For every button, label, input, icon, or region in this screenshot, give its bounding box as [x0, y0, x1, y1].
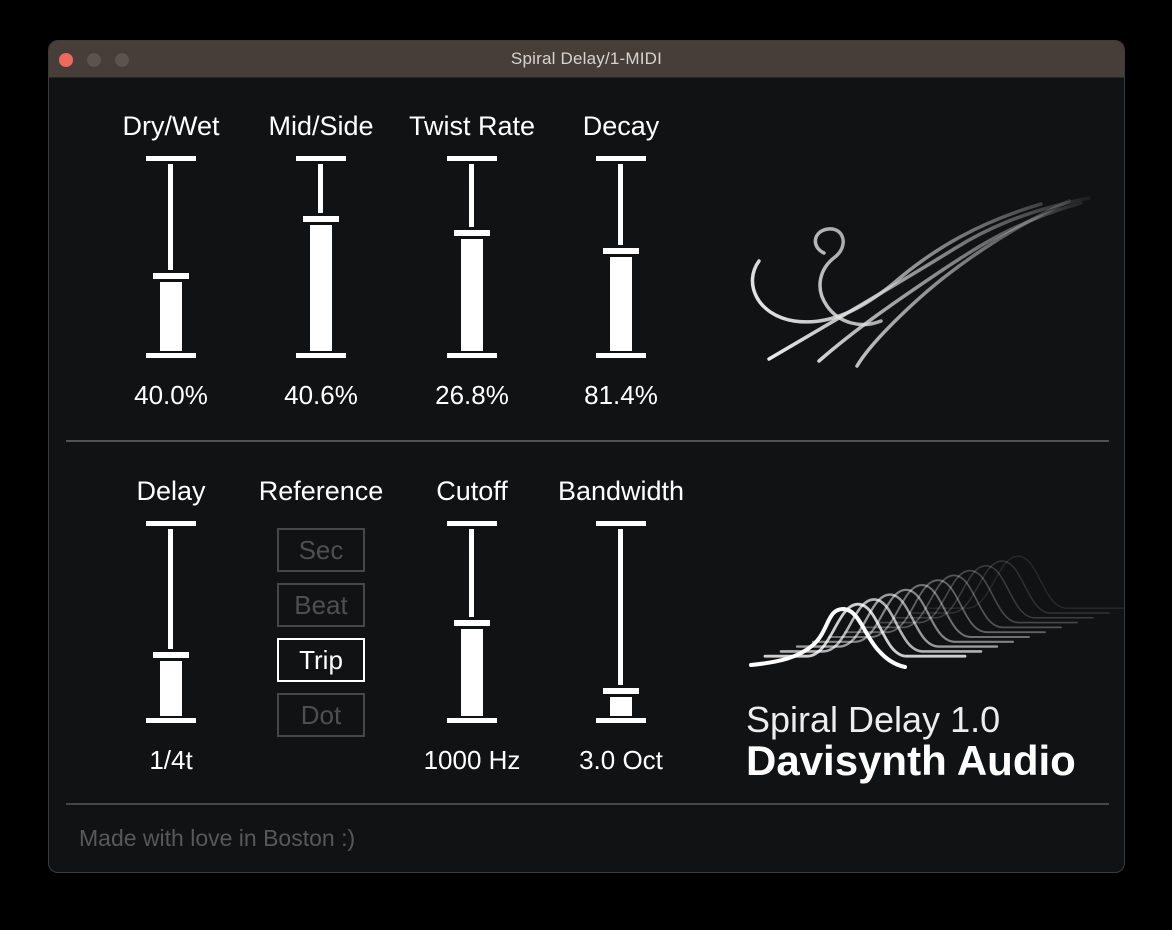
slider-bottom-cap: [146, 718, 196, 723]
slider-handle[interactable]: [454, 620, 490, 626]
company-name: Davisynth Audio: [746, 737, 1076, 784]
section-divider: [66, 440, 1109, 442]
product-name: Spiral Delay 1.0: [746, 699, 1001, 740]
cutoff-value: 1000 Hz: [423, 745, 521, 775]
slider-fill: [461, 239, 483, 351]
slider-fill: [310, 225, 332, 351]
cutoff-label: Cutoff: [436, 476, 508, 506]
slider-fill: [160, 282, 182, 351]
decay-slider[interactable]: [596, 156, 646, 358]
echo-curves-logo: [749, 555, 1124, 669]
slider-handle[interactable]: [603, 688, 639, 694]
cutoff-slider[interactable]: [447, 521, 497, 723]
slider-bottom-cap: [447, 353, 497, 358]
minimize-button[interactable]: [87, 52, 101, 67]
twist-rate-slider[interactable]: [447, 156, 497, 358]
slider-track: [168, 529, 173, 649]
dry-wet-slider[interactable]: [146, 156, 196, 358]
delay-label: Delay: [136, 476, 206, 506]
slider-top-cap: [447, 156, 497, 161]
slider-track: [618, 164, 623, 245]
slider-bottom-cap: [296, 353, 346, 358]
slider-top-cap: [447, 521, 497, 526]
traffic-lights: [49, 41, 129, 78]
slider-top-cap: [596, 156, 646, 161]
mid-side-param: Mid/Side 40.6%: [251, 109, 391, 411]
slider-handle[interactable]: [153, 273, 189, 279]
reference-label: Reference: [258, 476, 384, 506]
delay-slider[interactable]: [146, 521, 196, 723]
mid-side-label: Mid/Side: [268, 111, 374, 141]
mid-side-slider[interactable]: [296, 156, 346, 358]
window-title: Spiral Delay/1-MIDI: [510, 49, 663, 68]
slider-top-cap: [596, 521, 646, 526]
bandwidth-label: Bandwidth: [557, 476, 685, 506]
footer-message: Made with love in Boston :): [79, 825, 356, 851]
slider-handle[interactable]: [454, 230, 490, 236]
close-button[interactable]: [59, 52, 73, 67]
delay-param: Delay 1/4t: [101, 474, 241, 776]
slider-fill: [610, 257, 632, 351]
mid-side-value: 40.6%: [284, 380, 358, 410]
slider-track: [168, 164, 173, 270]
bandwidth-param: Bandwidth 3.0 Oct: [551, 474, 691, 776]
slider-bottom-cap: [447, 718, 497, 723]
slider-bottom-cap: [146, 353, 196, 358]
decay-value: 81.4%: [584, 380, 658, 410]
branding: Spiral Delay 1.0 Davisynth Audio: [746, 701, 1076, 783]
delay-value: 1/4t: [149, 745, 193, 775]
title-bar[interactable]: Spiral Delay/1-MIDI: [49, 41, 1124, 78]
zoom-button[interactable]: [115, 52, 129, 67]
cutoff-param: Cutoff 1000 Hz: [402, 474, 542, 776]
slider-fill: [461, 629, 483, 716]
slider-bottom-cap: [596, 718, 646, 723]
dry-wet-label: Dry/Wet: [122, 111, 220, 141]
bandwidth-value: 3.0 Oct: [579, 745, 663, 775]
slider-top-cap: [146, 521, 196, 526]
bandwidth-slider[interactable]: [596, 521, 646, 723]
reference-trip-button[interactable]: Trip: [277, 638, 365, 682]
slider-fill: [610, 697, 632, 716]
twist-rate-param: Twist Rate 26.8%: [402, 109, 542, 411]
slider-top-cap: [146, 156, 196, 161]
slider-track: [318, 164, 323, 213]
slider-handle[interactable]: [303, 216, 339, 222]
slider-handle[interactable]: [153, 652, 189, 658]
spiral-swoosh-logo: [750, 196, 1091, 368]
slider-bottom-cap: [596, 353, 646, 358]
decay-param: Decay 81.4%: [551, 109, 691, 411]
slider-handle[interactable]: [603, 248, 639, 254]
plugin-window: Spiral Delay/1-MIDI Dry/Wet 40.0% Mid/Si…: [48, 40, 1125, 873]
dry-wet-value: 40.0%: [134, 380, 208, 410]
reference-dot-button[interactable]: Dot: [277, 693, 365, 737]
footer-divider: [66, 803, 1109, 805]
reference-beat-button[interactable]: Beat: [277, 583, 365, 627]
reference-button-group: Sec Beat Trip Dot: [277, 528, 365, 737]
slider-track: [469, 529, 474, 617]
twist-rate-label: Twist Rate: [408, 111, 536, 141]
twist-rate-value: 26.8%: [435, 380, 509, 410]
reference-param: Reference Sec Beat Trip Dot: [251, 474, 391, 737]
slider-top-cap: [296, 156, 346, 161]
slider-fill: [160, 661, 182, 716]
dry-wet-param: Dry/Wet 40.0%: [101, 109, 241, 411]
slider-track: [618, 529, 623, 685]
decay-label: Decay: [582, 111, 660, 141]
slider-track: [469, 164, 474, 227]
reference-sec-button[interactable]: Sec: [277, 528, 365, 572]
